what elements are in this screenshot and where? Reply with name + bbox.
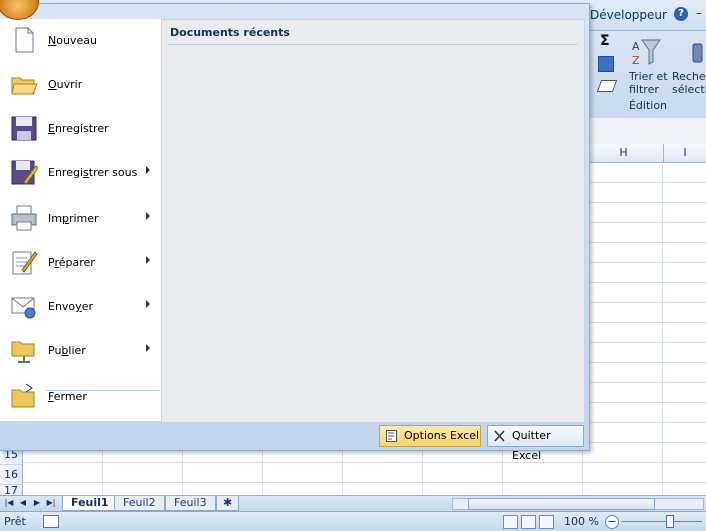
prepare-icon <box>12 251 38 275</box>
menu-item-label: Publier <box>48 344 86 357</box>
zoom-level[interactable]: 100 % <box>564 515 599 528</box>
zoom-out-icon[interactable]: − <box>605 515 619 529</box>
send-icon <box>11 297 36 319</box>
status-ready: Prêt <box>4 515 26 528</box>
access-key-letter: y <box>75 300 82 313</box>
office-menu-commands: Nouveau Ouvrir Enregistrer Enregistrer s… <box>0 19 162 421</box>
access-key-letter: b <box>61 344 69 357</box>
clear-icon[interactable] <box>596 80 618 92</box>
office-menu: Nouveau Ouvrir Enregistrer Enregistrer s… <box>0 3 590 462</box>
menu-item-print[interactable]: Imprimer <box>0 197 161 239</box>
menu-item-close[interactable]: Fermer <box>0 375 161 417</box>
status-bar: Prêt 100 % − <box>0 511 706 531</box>
menu-item-publish[interactable]: Publier <box>0 329 161 371</box>
page-layout-view-icon[interactable] <box>521 515 536 529</box>
svg-text:Z: Z <box>632 54 640 67</box>
quit-excel-label: Quitter Excel <box>512 429 551 462</box>
access-key-letter: r <box>54 256 59 269</box>
menu-item-open[interactable]: Ouvrir <box>0 63 161 105</box>
sort-filter-label-2[interactable]: filtrer <box>629 83 659 96</box>
page-break-view-icon[interactable] <box>539 515 554 529</box>
access-key-letter: s <box>83 166 89 179</box>
tab-developer[interactable]: Développeur <box>590 8 667 22</box>
menu-item-prepare[interactable]: Préparer <box>0 241 161 283</box>
editing-group-label: Édition <box>628 99 668 112</box>
access-key-letter: p <box>61 212 69 225</box>
submenu-arrow-icon <box>146 300 150 308</box>
access-key-letter: F <box>48 390 54 403</box>
prev-sheet-icon[interactable]: ◀ <box>18 498 28 508</box>
sheet-tab-feuil2[interactable]: Feuil2 <box>114 496 165 511</box>
help-icon[interactable]: ? <box>674 7 688 21</box>
recent-documents-title: Documents récents <box>170 26 290 39</box>
column-header-h[interactable]: H <box>584 144 664 163</box>
last-sheet-icon[interactable]: ▶| <box>46 498 56 508</box>
recent-documents-pane: Documents récents <box>162 19 585 423</box>
access-key-letter: E <box>48 122 55 135</box>
sheet-tabs-bar: |◀ ◀ ▶ ▶| Feuil1 Feuil2 Feuil3 ✱ <box>0 495 706 511</box>
column-header-i[interactable]: I <box>664 144 706 163</box>
menu-item-new[interactable]: Nouveau <box>0 19 161 61</box>
submenu-arrow-icon <box>146 212 150 220</box>
menu-item-label: Imprimer <box>48 212 99 225</box>
menu-item-label: Envoyer <box>48 300 93 313</box>
new-document-icon <box>15 27 34 53</box>
sort-filter-label[interactable]: Trier et <box>629 70 668 83</box>
printer-icon <box>11 205 37 231</box>
recent-documents-separator <box>168 44 578 45</box>
access-key-letter: O <box>48 78 57 91</box>
open-folder-icon <box>11 77 38 95</box>
next-sheet-icon[interactable]: ▶ <box>32 498 42 508</box>
fill-icon[interactable] <box>598 56 614 72</box>
save-as-icon <box>11 160 38 185</box>
menu-item-label: Ouvrir <box>48 78 83 91</box>
horizontal-scroll-thumb[interactable] <box>468 498 655 510</box>
find-select-label-2[interactable]: sélecti <box>672 83 706 96</box>
insert-sheet-icon[interactable]: ✱ <box>216 496 240 511</box>
menu-item-save[interactable]: Enregistrer <box>0 107 161 149</box>
minimize-icon[interactable]: – <box>696 6 702 20</box>
menu-item-label: Enregistrer <box>48 122 109 135</box>
normal-view-icon[interactable] <box>503 515 518 529</box>
submenu-arrow-icon <box>146 256 150 264</box>
menu-item-save-as[interactable]: Enregistrer sous <box>0 151 161 193</box>
close-icon <box>494 430 505 442</box>
sheet-tab-feuil1[interactable]: Feuil1 <box>62 496 118 511</box>
binoculars-icon[interactable] <box>690 38 704 66</box>
menu-item-label: Préparer <box>48 256 95 269</box>
access-key-letter: N <box>48 34 57 47</box>
menu-item-label: Nouveau <box>48 34 97 47</box>
menu-item-send[interactable]: Envoyer <box>0 285 161 327</box>
autosum-icon[interactable]: Σ <box>600 33 610 49</box>
submenu-arrow-icon <box>146 166 150 174</box>
save-disk-icon <box>11 116 37 141</box>
sheet-tab-feuil3[interactable]: Feuil3 <box>165 496 216 511</box>
first-sheet-icon[interactable]: |◀ <box>4 498 14 508</box>
close-folder-icon <box>11 383 35 408</box>
menu-item-label: Enregistrer sous <box>48 166 138 179</box>
svg-text:A: A <box>632 40 640 53</box>
quit-excel-button[interactable]: Quitter Excel <box>487 425 584 462</box>
row-header-16[interactable]: 16 <box>0 465 23 485</box>
sort-filter-icon[interactable]: A Z <box>630 36 662 68</box>
submenu-arrow-icon <box>146 344 150 352</box>
excel-options-label: Options Excel <box>404 429 480 442</box>
find-select-label[interactable]: Recher <box>672 70 706 83</box>
publish-icon <box>11 341 35 363</box>
macro-record-icon[interactable] <box>43 515 59 528</box>
zoom-slider-thumb[interactable] <box>666 515 674 528</box>
menu-item-label: Fermer <box>48 390 87 403</box>
zoom-slider-track[interactable] <box>622 521 702 522</box>
options-document-icon <box>386 430 397 442</box>
excel-options-button[interactable]: Options Excel <box>379 425 481 447</box>
